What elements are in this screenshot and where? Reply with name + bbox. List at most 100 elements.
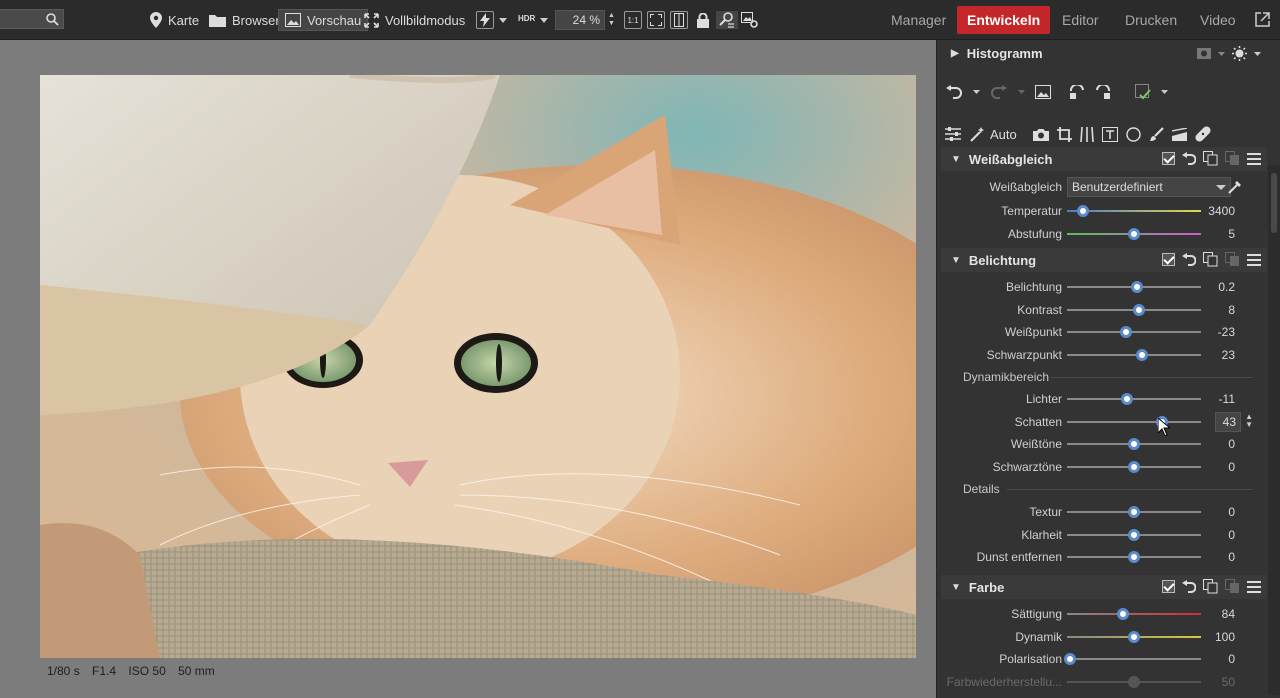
slider-handle[interactable] <box>1133 303 1146 316</box>
chevron-down-icon[interactable] <box>499 18 507 23</box>
circle-filter-icon[interactable] <box>1126 126 1141 142</box>
perspective-icon[interactable] <box>1079 126 1094 142</box>
auto-enhance-button[interactable]: Auto <box>969 126 1017 142</box>
slider-handle[interactable] <box>1128 675 1140 688</box>
slider-value[interactable]: 100 <box>1215 630 1235 644</box>
color-header[interactable]: ▼ Farbe <box>941 575 1267 599</box>
tab-manager[interactable]: Manager <box>891 12 946 28</box>
enable-checkbox[interactable] <box>1162 152 1175 165</box>
slider-handle[interactable] <box>1128 227 1140 240</box>
slider-handle[interactable] <box>1121 393 1134 405</box>
rotate-right-icon[interactable] <box>1095 85 1111 99</box>
panel-scrollbar[interactable] <box>1268 165 1280 695</box>
slider-track[interactable] <box>1067 420 1201 423</box>
camera-view-icon[interactable] <box>1197 48 1211 59</box>
tab-editor[interactable]: Editor <box>1062 12 1099 28</box>
search-input[interactable] <box>0 9 64 29</box>
paste-icon[interactable] <box>1225 151 1240 166</box>
slider-handle[interactable] <box>1128 528 1140 541</box>
slider-value[interactable]: 0 <box>1228 505 1235 519</box>
slider-handle[interactable] <box>1128 460 1140 473</box>
nav-browser[interactable]: Browser <box>209 10 280 30</box>
value-input[interactable]: 43 <box>1215 411 1241 432</box>
slider-handle[interactable] <box>1128 506 1140 518</box>
slider-value[interactable]: 0 <box>1228 652 1235 666</box>
chevron-down-icon[interactable] <box>1018 90 1025 94</box>
slider-track[interactable] <box>1067 331 1201 333</box>
zoom-stepper[interactable]: ▲ ▼ <box>608 12 615 28</box>
slider-handle[interactable] <box>1117 608 1130 620</box>
bandage-icon[interactable] <box>1195 126 1211 142</box>
flash-button[interactable] <box>476 11 494 29</box>
enable-checkbox[interactable] <box>1162 253 1175 266</box>
enable-checkbox[interactable] <box>1162 580 1175 593</box>
slider-value[interactable]: 3400 <box>1208 204 1235 218</box>
menu-icon[interactable] <box>1247 580 1261 593</box>
slider-handle[interactable] <box>1119 326 1132 338</box>
white-balance-dropdown[interactable]: Benutzerdefiniert <box>1067 177 1231 197</box>
chevron-down-icon[interactable] <box>540 18 548 23</box>
reset-icon[interactable] <box>1182 580 1196 593</box>
reset-icon[interactable] <box>1182 253 1196 266</box>
slider-handle[interactable] <box>1128 438 1140 450</box>
external-window-icon[interactable] <box>1255 12 1270 27</box>
white-balance-header[interactable]: ▼ Weißabgleich <box>941 147 1267 171</box>
fit-screen-button[interactable] <box>647 11 665 29</box>
slider-value[interactable]: 0.2 <box>1218 280 1235 294</box>
slider-track[interactable] <box>1067 398 1201 400</box>
image-settings-button[interactable] <box>740 11 758 29</box>
reset-icon[interactable] <box>1182 152 1196 165</box>
slider-handle[interactable] <box>1128 630 1140 643</box>
transfer-button[interactable] <box>716 11 738 29</box>
tab-print[interactable]: Drucken <box>1125 12 1177 28</box>
crop-icon[interactable] <box>1056 126 1072 142</box>
sliders-icon[interactable] <box>945 127 961 141</box>
copy-icon[interactable] <box>1203 579 1218 594</box>
redo-icon[interactable] <box>990 85 1008 99</box>
slider-value[interactable]: 84 <box>1222 607 1235 621</box>
slider-value[interactable]: 0 <box>1228 528 1235 542</box>
lock-button[interactable] <box>694 11 712 29</box>
slider-value[interactable]: -11 <box>1219 392 1235 406</box>
chevron-down-icon[interactable] <box>973 90 980 94</box>
copy-icon[interactable] <box>1203 151 1218 166</box>
zoom-1-1-button[interactable]: 1:1 <box>624 11 642 29</box>
search-icon[interactable] <box>45 12 59 26</box>
slider-value[interactable]: 23 <box>1222 348 1235 362</box>
menu-icon[interactable] <box>1247 253 1261 266</box>
undo-icon[interactable] <box>945 85 963 99</box>
slider-value[interactable]: 0 <box>1228 550 1235 564</box>
slider-value[interactable]: 0 <box>1228 437 1235 451</box>
nav-fullscreen[interactable]: Vollbildmodus <box>364 10 465 30</box>
save-check-icon[interactable] <box>1135 84 1151 100</box>
slider-value[interactable]: -23 <box>1218 325 1235 339</box>
slider-handle[interactable] <box>1130 281 1143 293</box>
chevron-down-icon[interactable] <box>1218 51 1225 56</box>
slider-value[interactable]: 8 <box>1228 303 1235 317</box>
original-image-icon[interactable] <box>1035 85 1051 99</box>
exposure-header[interactable]: ▼ Belichtung <box>941 248 1267 272</box>
gradient-filter-icon[interactable] <box>1171 127 1187 141</box>
slider-track[interactable] <box>1067 613 1201 615</box>
tab-video[interactable]: Video <box>1200 12 1236 28</box>
nav-map[interactable]: Karte <box>150 10 199 30</box>
eyedropper-icon[interactable] <box>1227 179 1243 195</box>
tab-develop[interactable]: Entwickeln <box>957 6 1051 34</box>
camera-icon[interactable] <box>1032 128 1049 141</box>
compare-button[interactable] <box>670 11 688 29</box>
slider-track[interactable] <box>1067 658 1201 660</box>
nav-preview[interactable]: Vorschau <box>278 9 369 31</box>
paste-icon[interactable] <box>1225 579 1240 594</box>
scrollbar-thumb[interactable] <box>1271 173 1277 233</box>
slider-value[interactable]: 0 <box>1228 460 1235 474</box>
slider-handle[interactable] <box>1063 653 1076 665</box>
rotate-left-icon[interactable] <box>1069 85 1085 99</box>
slider-track[interactable] <box>1067 353 1201 356</box>
histogram-header[interactable]: ▶ Histogramm <box>941 41 1267 65</box>
brush-icon[interactable] <box>1149 126 1164 142</box>
brightness-icon[interactable] <box>1232 46 1247 61</box>
value-stepper[interactable]: ▲ ▼ <box>1245 412 1253 429</box>
slider-value[interactable]: 50 <box>1222 675 1235 689</box>
slider-handle[interactable] <box>1128 551 1140 563</box>
paste-icon[interactable] <box>1225 252 1240 267</box>
